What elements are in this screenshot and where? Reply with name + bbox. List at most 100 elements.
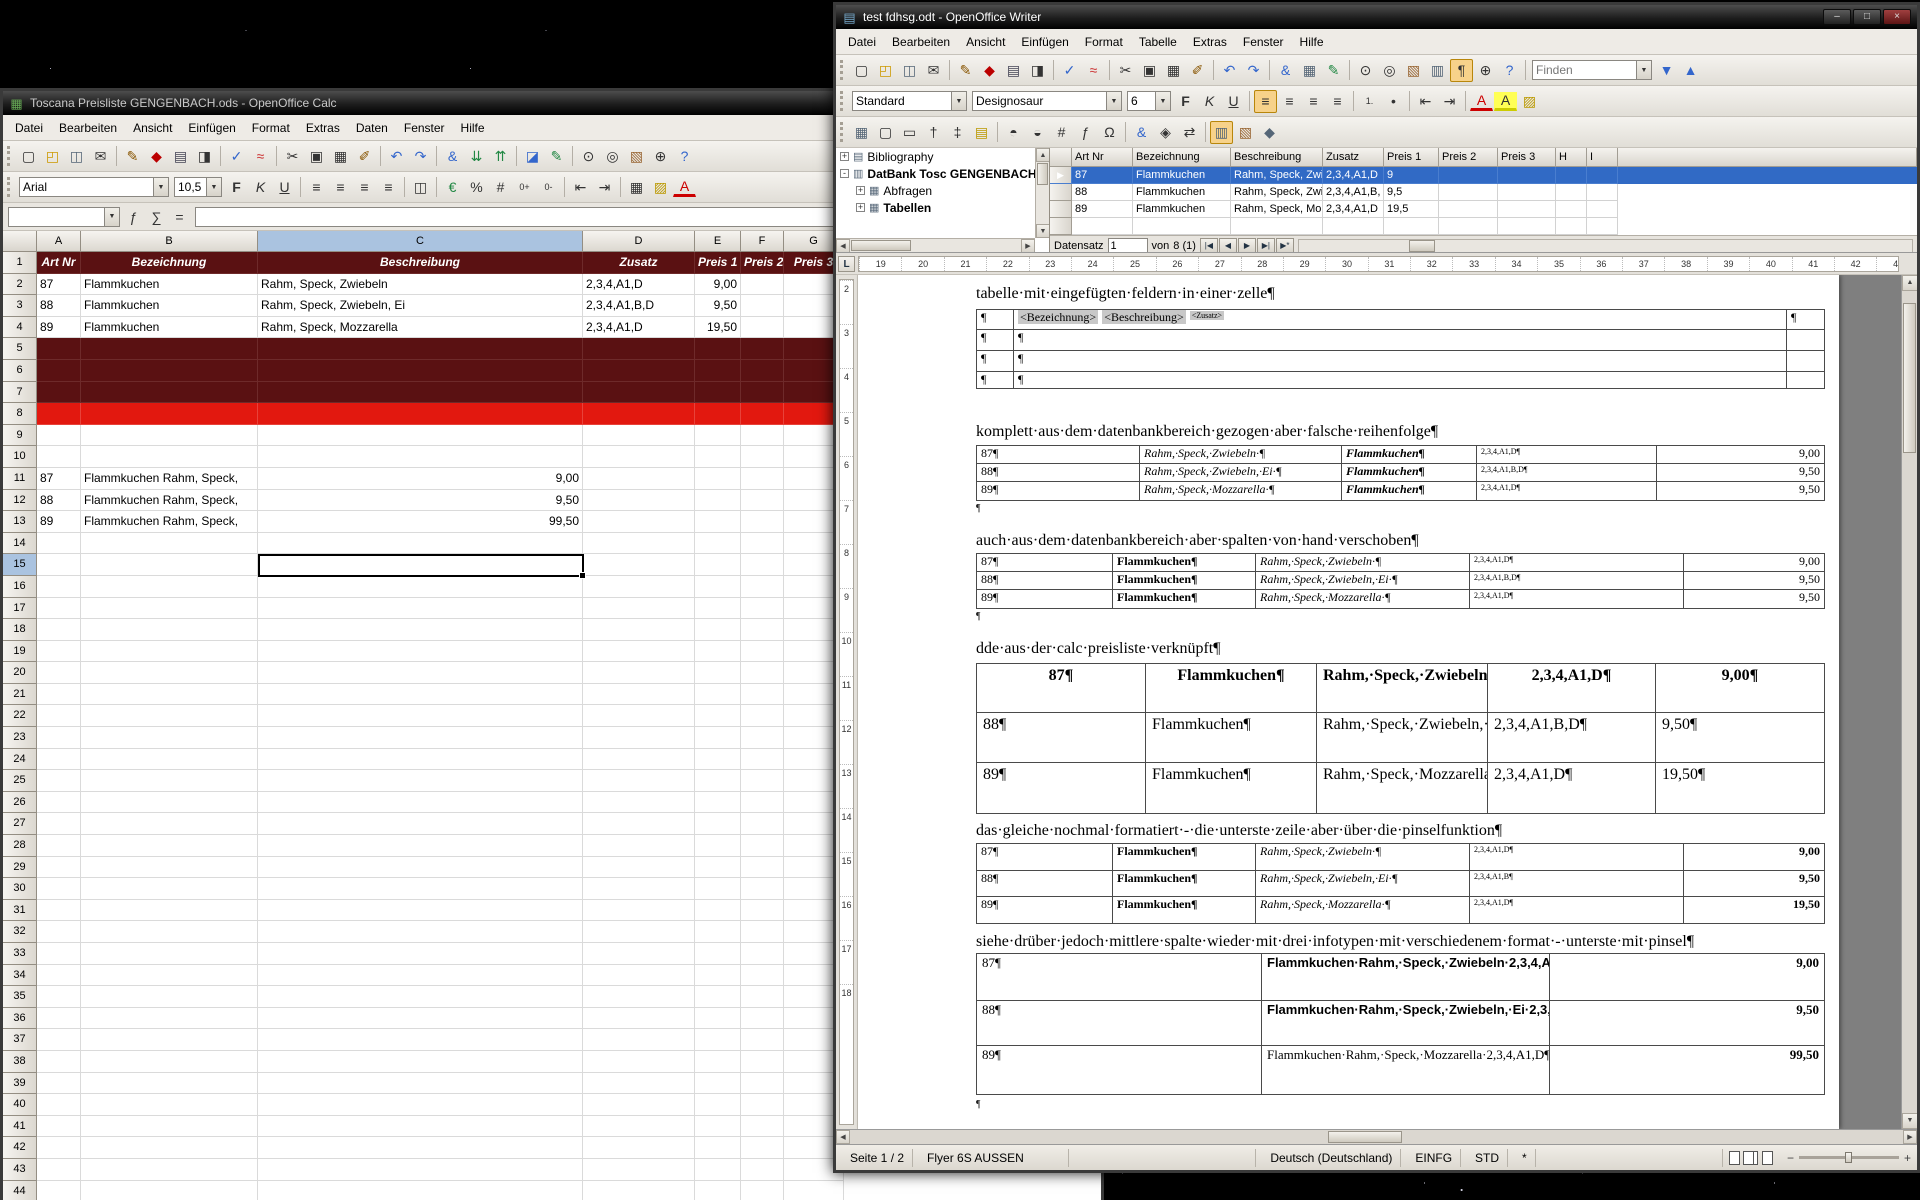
sum-icon[interactable]: ∑ bbox=[145, 205, 168, 228]
row-header-16[interactable]: 16 bbox=[3, 576, 37, 598]
align-right-icon[interactable]: ≡ bbox=[1302, 90, 1325, 113]
cell-E24[interactable] bbox=[695, 749, 741, 771]
doc-table-cell[interactable]: Flammkuchen¶ bbox=[1146, 664, 1317, 713]
cell-E33[interactable] bbox=[695, 943, 741, 965]
doc-table-cell[interactable]: ¶ bbox=[1014, 372, 1787, 389]
single-page-view-icon[interactable] bbox=[1729, 1151, 1740, 1165]
chevron-down-icon[interactable]: ▼ bbox=[206, 178, 221, 196]
doc-table-cell[interactable]: Rahm,·Speck,·Zwiebeln¶ bbox=[1317, 664, 1488, 713]
cell-C1[interactable]: Beschreibung bbox=[258, 252, 583, 274]
doc-table-cell[interactable]: 87¶ bbox=[977, 554, 1113, 572]
doc-table-cell[interactable]: 9,00 bbox=[1550, 954, 1825, 1001]
ds-cell[interactable] bbox=[1439, 184, 1498, 201]
scroll-down-icon[interactable]: ▼ bbox=[1902, 1113, 1917, 1129]
hyperlink-icon[interactable]: & bbox=[441, 145, 464, 168]
ds-cell[interactable] bbox=[1439, 201, 1498, 218]
menu-item-extras[interactable]: Extras bbox=[1185, 32, 1235, 52]
row-header-21[interactable]: 21 bbox=[3, 684, 37, 706]
cell-E6[interactable] bbox=[695, 360, 741, 382]
email-icon[interactable]: ✉ bbox=[922, 59, 945, 82]
cell-C43[interactable] bbox=[258, 1159, 583, 1181]
cell-E44[interactable] bbox=[695, 1181, 741, 1200]
doc-table-cell[interactable]: Rahm,·Speck,·Mozzarella·¶ bbox=[1256, 590, 1470, 609]
scroll-left-icon[interactable]: ◀ bbox=[836, 239, 850, 252]
row-header-24[interactable]: 24 bbox=[3, 749, 37, 771]
ds-cell[interactable] bbox=[1439, 218, 1498, 235]
underline-icon[interactable]: U bbox=[1222, 90, 1245, 113]
cell-G44[interactable] bbox=[784, 1181, 844, 1200]
cell-F28[interactable] bbox=[741, 835, 784, 857]
doc-table-cell[interactable]: ¶ bbox=[1787, 310, 1825, 330]
row-header-44[interactable]: 44 bbox=[3, 1181, 37, 1200]
ds-cell[interactable] bbox=[1556, 167, 1587, 184]
cell-F18[interactable] bbox=[741, 619, 784, 641]
menu-item-daten[interactable]: Daten bbox=[348, 118, 396, 138]
row-header-19[interactable]: 19 bbox=[3, 641, 37, 663]
cell-E12[interactable] bbox=[695, 490, 741, 512]
writer-titlebar[interactable]: ▤ test fdhsg.odt - OpenOffice Writer –□× bbox=[836, 5, 1917, 29]
ds-cell[interactable]: 89 bbox=[1072, 201, 1133, 218]
row-header-4[interactable]: 4 bbox=[3, 317, 37, 339]
cell-A1[interactable]: Art Nr bbox=[37, 252, 81, 274]
doc-table-cell[interactable]: Flammkuchen¶ bbox=[1113, 572, 1256, 590]
maximize-button[interactable]: □ bbox=[1853, 9, 1881, 25]
doc-table-cell[interactable]: 2,3,4,A1,D¶ bbox=[1470, 897, 1684, 924]
cell-E4[interactable]: 19,50 bbox=[695, 317, 741, 339]
cell-C11[interactable]: 9,00 bbox=[258, 468, 583, 490]
cell-D42[interactable] bbox=[583, 1137, 695, 1159]
decrease-indent-icon[interactable]: ⇤ bbox=[569, 176, 592, 199]
spellcheck-icon[interactable]: ✓ bbox=[1058, 59, 1081, 82]
ds-cell[interactable] bbox=[1556, 184, 1587, 201]
cell-D10[interactable] bbox=[583, 446, 695, 468]
cell-C22[interactable] bbox=[258, 705, 583, 727]
scrollbar-thumb[interactable] bbox=[1903, 303, 1916, 453]
doc-table-cell[interactable]: Flammkuchen¶ bbox=[1113, 554, 1256, 572]
cell-F27[interactable] bbox=[741, 813, 784, 835]
bold-icon[interactable]: F bbox=[225, 176, 248, 199]
ds-cell[interactable] bbox=[1439, 167, 1498, 184]
ds-cell[interactable] bbox=[1587, 184, 1618, 201]
italic-icon[interactable]: K bbox=[249, 176, 272, 199]
cell-B38[interactable] bbox=[81, 1051, 258, 1073]
collapse-icon[interactable]: - bbox=[840, 169, 849, 178]
cell-E35[interactable] bbox=[695, 986, 741, 1008]
ds-record-row-empty[interactable] bbox=[1050, 218, 1917, 235]
doc-table-cell[interactable]: Rahm,·Speck,·Zwiebeln·¶ bbox=[1256, 554, 1470, 572]
sort-ascending-icon[interactable]: ⇊ bbox=[465, 145, 488, 168]
cell-B36[interactable] bbox=[81, 1008, 258, 1030]
cell-D24[interactable] bbox=[583, 749, 695, 771]
scroll-up-icon[interactable]: ▲ bbox=[1036, 148, 1050, 162]
show-draw-functions-icon[interactable]: ✎ bbox=[545, 145, 568, 168]
cell-D31[interactable] bbox=[583, 900, 695, 922]
add-decimal-place-icon[interactable]: 0+ bbox=[513, 176, 536, 199]
doc-table-cell[interactable]: 87¶ bbox=[977, 664, 1146, 713]
cell-E17[interactable] bbox=[695, 598, 741, 620]
cell-E16[interactable] bbox=[695, 576, 741, 598]
cell-F29[interactable] bbox=[741, 857, 784, 879]
cell-reference-box[interactable]: ▼ bbox=[8, 207, 120, 227]
cell-F14[interactable] bbox=[741, 533, 784, 555]
row-header-18[interactable]: 18 bbox=[3, 619, 37, 641]
cell-F25[interactable] bbox=[741, 770, 784, 792]
zoom-slider-thumb[interactable] bbox=[1845, 1152, 1852, 1163]
cell-B8[interactable] bbox=[81, 403, 258, 425]
menu-item-hilfe[interactable]: Hilfe bbox=[1292, 32, 1332, 52]
cell-A8[interactable] bbox=[37, 403, 81, 425]
cell-A9[interactable] bbox=[37, 425, 81, 447]
cell-C14[interactable] bbox=[258, 533, 583, 555]
find-previous-icon[interactable]: ▲ bbox=[1679, 59, 1702, 82]
cell-A2[interactable]: 87 bbox=[37, 274, 81, 296]
cell-B2[interactable]: Flammkuchen bbox=[81, 274, 258, 296]
chevron-down-icon[interactable]: ▼ bbox=[1155, 92, 1170, 110]
align-justified-icon[interactable]: ≡ bbox=[377, 176, 400, 199]
minimize-button[interactable]: – bbox=[1823, 9, 1851, 25]
book-view-icon[interactable] bbox=[1762, 1151, 1773, 1165]
cell-E22[interactable] bbox=[695, 705, 741, 727]
insert-object-icon[interactable]: ◆ bbox=[1258, 121, 1281, 144]
cell-C44[interactable] bbox=[258, 1181, 583, 1200]
cell-B21[interactable] bbox=[81, 684, 258, 706]
menu-item-einfügen[interactable]: Einfügen bbox=[180, 118, 243, 138]
next-record-icon[interactable]: ▶ bbox=[1238, 238, 1256, 252]
doc-table-cell[interactable]: 89¶ bbox=[977, 763, 1146, 814]
numbering-icon[interactable]: 1. bbox=[1358, 90, 1381, 113]
